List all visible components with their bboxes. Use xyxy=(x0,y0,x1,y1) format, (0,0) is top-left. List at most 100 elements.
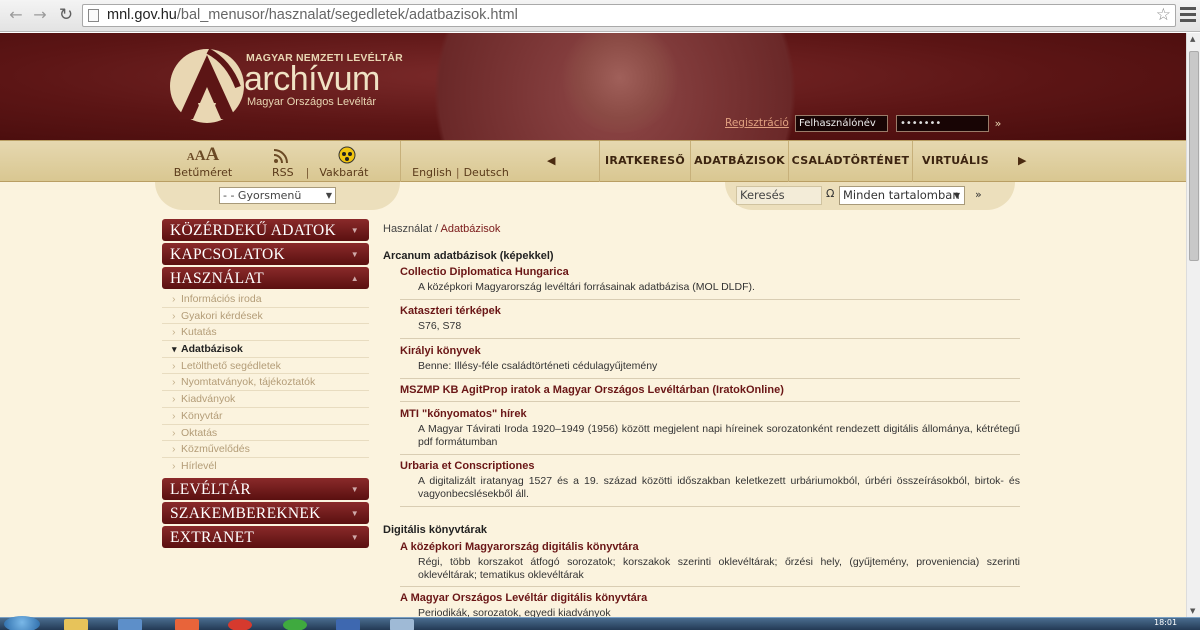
app-taskbar-icon[interactable] xyxy=(118,619,142,630)
nav-prev-arrow-icon[interactable]: ◀ xyxy=(547,154,555,167)
entry-description: A Magyar Távirati Iroda 1920–1949 (1956)… xyxy=(418,423,1020,448)
system-clock[interactable]: 18:01 xyxy=(1154,618,1177,627)
start-button-icon[interactable] xyxy=(4,616,40,630)
sidebar-item-kutatas[interactable]: Kutatás xyxy=(162,324,369,342)
breadcrumb-hasznalat[interactable]: Használat xyxy=(383,223,432,235)
bookmark-star-icon[interactable]: ☆ xyxy=(1156,5,1171,26)
sidebar-section-kozerdeku[interactable]: KÖZÉRDEKŰ ADATOK ▼ xyxy=(162,219,369,241)
nav-adatbazisok[interactable]: ADATBÁZISOK xyxy=(690,141,788,183)
archivum-logo-icon[interactable] xyxy=(168,47,246,125)
entry-title-link[interactable]: MSZMP KB AgitProp iratok a Magyar Ország… xyxy=(400,384,1020,396)
rss-link[interactable]: RSS xyxy=(272,166,294,179)
list-item: MSZMP KB AgitProp iratok a Magyar Ország… xyxy=(400,384,1020,396)
list-item: Királyi könyvek Benne: Illésy-féle csalá… xyxy=(400,345,1020,373)
sidebar-item-letoltheto-segedletek[interactable]: Letölthető segédletek xyxy=(162,358,369,375)
nav-iratkereso[interactable]: IRATKERESŐ xyxy=(599,141,690,183)
address-bar[interactable]: mnl.gov.hu/bal_menusor/hasznalat/segedle… xyxy=(82,4,1176,27)
list-item: A Magyar Országos Levéltár digitális kön… xyxy=(400,592,1020,617)
word-taskbar-icon[interactable] xyxy=(336,619,360,630)
brand-subtitle: Magyar Országos Levéltár xyxy=(247,96,376,108)
nav-csaladtortenet[interactable]: CSALÁDTÖRTÉNET xyxy=(788,141,912,183)
brand-name: archívum xyxy=(244,60,380,98)
reload-icon[interactable]: ↻ xyxy=(56,5,76,25)
sidebar-item-oktatas[interactable]: Oktatás xyxy=(162,425,369,442)
sidebar-item-nyomtatvanyok[interactable]: Nyomtatványok, tájékoztatók xyxy=(162,374,369,392)
breadcrumb: Használat / Adatbázisok xyxy=(383,223,501,235)
sidebar-item-gyakori-kerdesek[interactable]: Gyakori kérdések xyxy=(162,308,369,325)
browser-menu-icon[interactable] xyxy=(1180,7,1196,23)
sidebar-menu: KÖZÉRDEKŰ ADATOK ▼ KAPCSOLATOK ▼ HASZNÁLAT… xyxy=(162,219,369,550)
search-submit-icon[interactable]: » xyxy=(975,188,982,201)
divider xyxy=(400,506,1020,507)
chevron-up-icon: ▲ xyxy=(350,274,359,283)
chevron-down-icon: ▼ xyxy=(953,191,960,200)
register-link[interactable]: Regisztráció xyxy=(725,117,789,129)
entry-description: A digitalizált iratanyag 1527 és a 19. s… xyxy=(418,475,1020,500)
search-area: Keresés Ω Minden tartalomban ▼ » xyxy=(725,182,1015,210)
rss-blind-group: RSS | Vakbarát xyxy=(260,141,380,183)
chrome-taskbar-icon[interactable] xyxy=(390,619,414,630)
sidebar-item-informacios-iroda[interactable]: Információs iroda xyxy=(162,291,369,308)
entry-description: Benne: Illésy-féle családtörténeti cédul… xyxy=(418,360,658,372)
divider xyxy=(400,338,1020,339)
entry-title-link[interactable]: Collectio Diplomatica Hungarica xyxy=(400,266,1020,278)
username-field[interactable]: Felhasználónév xyxy=(795,115,888,132)
font-size-control[interactable]: AAA Betűméret xyxy=(168,141,238,183)
url-text: mnl.gov.hu/bal_menusor/hasznalat/segedle… xyxy=(107,5,518,26)
utility-bar: - - Gyorsmenü ▼ Keresés Ω Minden tartalom… xyxy=(0,182,1186,211)
entry-title-link[interactable]: A középkori Magyarország digitális könyv… xyxy=(400,541,1020,553)
app-taskbar-icon[interactable] xyxy=(175,619,199,630)
list-item: Kataszteri térképek S76, S78 xyxy=(400,305,1020,333)
sidebar-item-adatbazisok[interactable]: Adatbázisok xyxy=(162,341,369,358)
password-field[interactable]: ••••••• xyxy=(896,115,989,132)
explorer-taskbar-icon[interactable] xyxy=(64,619,88,630)
chevron-down-icon: ▼ xyxy=(350,226,359,235)
sidebar-section-extranet[interactable]: EXTRANET ▼ xyxy=(162,525,369,548)
font-size-icon[interactable]: AAA xyxy=(168,144,238,166)
forward-arrow-icon[interactable]: → xyxy=(30,5,50,25)
site-header: MAGYAR NEMZETI LEVÉLTÁR archívum Magyar … xyxy=(0,33,1186,140)
scrollbar-thumb[interactable] xyxy=(1189,51,1199,261)
lang-deutsch-link[interactable]: Deutsch xyxy=(464,166,509,179)
quick-menu-area: - - Gyorsmenü ▼ xyxy=(155,182,400,210)
browser-toolbar: ← → ↻ mnl.gov.hu/bal_menusor/hasznalat/s… xyxy=(0,0,1200,32)
chevron-down-icon: ▼ xyxy=(350,484,359,494)
entry-description: A középkori Magyarország levéltári forrá… xyxy=(418,281,755,293)
entry-title-link[interactable]: Királyi könyvek xyxy=(400,345,1020,357)
vertical-scrollbar[interactable]: ▲ ▼ xyxy=(1186,33,1200,617)
sidebar-item-kiadvanyok[interactable]: Kiadványok xyxy=(162,391,369,408)
entry-title-link[interactable]: Urbaria et Conscriptiones xyxy=(400,460,1020,472)
scroll-down-icon[interactable]: ▼ xyxy=(1190,607,1195,615)
search-input[interactable]: Keresés xyxy=(736,186,822,205)
sidebar-section-kapcsolatok[interactable]: KAPCSOLATOK ▼ xyxy=(162,243,369,265)
search-scope-select[interactable]: Minden tartalomban ▼ xyxy=(839,186,965,205)
entry-title-link[interactable]: Kataszteri térképek xyxy=(400,305,1020,317)
sidebar-section-szakembereknek[interactable]: SZAKEMBEREKNEK ▼ xyxy=(162,501,369,524)
blind-friendly-link[interactable]: Vakbarát xyxy=(319,166,368,179)
category-heading-digital-libraries: Digitális könyvtárak xyxy=(383,524,487,536)
nav-virtualis[interactable]: VIRTUÁLIS xyxy=(912,141,996,183)
web-page: MAGYAR NEMZETI LEVÉLTÁR archívum Magyar … xyxy=(0,33,1186,617)
sidebar-item-konyvtar[interactable]: Könyvtár xyxy=(162,408,369,425)
back-arrow-icon[interactable]: ← xyxy=(6,5,26,25)
rss-icon[interactable] xyxy=(272,147,292,165)
main-navbar: AAA Betűméret RSS | Vakbarát English | Deuts… xyxy=(0,140,1186,183)
sidebar-section-leveltar[interactable]: LEVÉLTÁR ▼ xyxy=(162,477,369,500)
opera-taskbar-icon[interactable] xyxy=(228,619,252,630)
sidebar-item-kozmuvelodes[interactable]: Közművelődés xyxy=(162,441,369,458)
sidebar-item-hirlevel[interactable]: Hírlevél xyxy=(162,458,369,475)
lang-english-link[interactable]: English xyxy=(412,166,452,179)
sidebar-section-hasznalat[interactable]: HASZNÁLAT ▲ xyxy=(162,267,369,289)
quick-menu-select[interactable]: - - Gyorsmenü ▼ xyxy=(219,187,336,204)
language-switch: English | Deutsch xyxy=(400,141,520,183)
special-chars-button[interactable]: Ω xyxy=(826,187,834,200)
scroll-up-icon[interactable]: ▲ xyxy=(1190,35,1195,43)
entry-title-link[interactable]: A Magyar Országos Levéltár digitális kön… xyxy=(400,592,1020,604)
app-taskbar-icon[interactable] xyxy=(283,619,307,630)
nav-next-arrow-icon[interactable]: ▶ xyxy=(1018,154,1026,167)
accessibility-icon[interactable] xyxy=(337,146,357,164)
login-submit-icon[interactable]: » xyxy=(991,115,1005,132)
chevron-down-icon: ▼ xyxy=(350,508,359,518)
entry-title-link[interactable]: MTI "kőnyomatos" hírek xyxy=(400,408,1020,420)
entry-description: Régi, több korszakot átfogó sorozatok; k… xyxy=(418,556,1020,581)
